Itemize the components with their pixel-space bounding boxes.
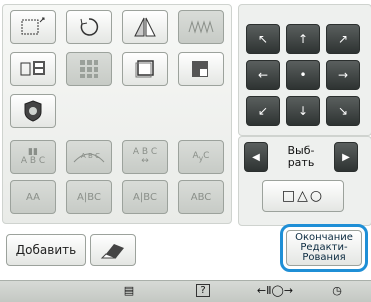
move-down-right-button[interactable]: ↘ bbox=[326, 96, 360, 126]
triangle-left-icon: ◀ bbox=[252, 151, 260, 163]
svg-text:A B C: A B C bbox=[81, 152, 100, 160]
text-style-label: A|BC bbox=[77, 191, 101, 203]
clock-icon: ◷ bbox=[332, 284, 342, 297]
density-button[interactable] bbox=[178, 10, 224, 44]
resize-button[interactable] bbox=[10, 10, 56, 44]
arc-text-icon: A B C bbox=[73, 152, 105, 163]
text-style-label: ABC bbox=[190, 191, 212, 203]
center-dot-icon: • bbox=[299, 68, 307, 82]
fill-icon bbox=[192, 61, 208, 77]
status-bar bbox=[0, 280, 371, 302]
select-label-line2: рать bbox=[287, 156, 315, 169]
arrow-up-right-icon: ↗ bbox=[337, 32, 349, 46]
eraser-icon bbox=[100, 244, 124, 259]
help-icon: ? bbox=[196, 284, 210, 297]
arrow-up-icon: ↑ bbox=[297, 32, 309, 46]
text-style-button-3[interactable]: A|BC bbox=[122, 180, 168, 214]
text-style-button-2[interactable]: A|BC bbox=[66, 180, 112, 214]
triangle-right-icon: ▶ bbox=[342, 151, 350, 163]
text-vertical-icon: ▮▮ A B C bbox=[20, 147, 46, 166]
page-button[interactable]: ▤ bbox=[118, 282, 140, 299]
select-label: Выб- рать bbox=[272, 140, 330, 174]
frame-button[interactable] bbox=[122, 52, 168, 86]
text-style-button-1[interactable]: AA bbox=[10, 180, 56, 214]
help-button[interactable]: ? bbox=[190, 282, 216, 299]
move-left-button[interactable]: ← bbox=[246, 60, 280, 90]
arc-text-button[interactable]: A B C bbox=[66, 140, 112, 174]
applique-icon bbox=[24, 100, 42, 122]
applique-button[interactable] bbox=[10, 94, 56, 128]
density-icon bbox=[188, 20, 214, 34]
center-button[interactable]: • bbox=[286, 60, 320, 90]
text-style-label: A|BC bbox=[133, 191, 157, 203]
text-style-label: AA bbox=[26, 191, 40, 203]
add-button-label: Добавить bbox=[15, 243, 77, 257]
shape-select-button[interactable]: □△○ bbox=[262, 180, 344, 212]
arrow-down-right-icon: ↘ bbox=[337, 104, 349, 118]
add-button[interactable]: Добавить bbox=[6, 234, 86, 266]
page-icon: ▤ bbox=[123, 284, 135, 297]
move-up-button[interactable]: ↑ bbox=[286, 24, 320, 54]
move-down-left-button[interactable]: ↙ bbox=[246, 96, 280, 126]
rotate-icon bbox=[80, 18, 99, 36]
array-icon bbox=[20, 61, 45, 76]
fill-button[interactable] bbox=[178, 52, 224, 86]
grid-button[interactable] bbox=[66, 52, 112, 86]
embroidery-edit-screen: ▮▮ A B C A B C A B C ↔ AyC AA A|BC A|BC AB… bbox=[0, 0, 371, 302]
text-spacing-icon: A B C ↔ bbox=[132, 147, 158, 166]
move-up-right-button[interactable]: ↗ bbox=[326, 24, 360, 54]
move-up-left-button[interactable]: ↖ bbox=[246, 24, 280, 54]
size-readout: ←Ⅱ◯→ bbox=[236, 282, 314, 299]
move-right-button[interactable]: → bbox=[326, 60, 360, 90]
arrow-down-left-icon: ↙ bbox=[257, 104, 269, 118]
move-down-button[interactable]: ↓ bbox=[286, 96, 320, 126]
frame-icon bbox=[135, 60, 154, 78]
arrow-up-left-icon: ↖ bbox=[257, 32, 269, 46]
size-readout-icon: ←Ⅱ◯→ bbox=[256, 284, 294, 297]
text-spacing-button[interactable]: A B C ↔ bbox=[122, 140, 168, 174]
select-next-button[interactable]: ▶ bbox=[334, 142, 358, 172]
mirror-icon bbox=[134, 17, 156, 37]
arrow-down-icon: ↓ bbox=[297, 104, 309, 118]
text-curve-icon: AyC bbox=[192, 150, 210, 163]
shapes-icon: □△○ bbox=[281, 188, 325, 204]
clock-button[interactable]: ◷ bbox=[326, 282, 348, 299]
text-style-button-4[interactable]: ABC bbox=[178, 180, 224, 214]
resize-icon bbox=[21, 17, 45, 35]
text-curve-button[interactable]: AyC bbox=[178, 140, 224, 174]
array-button[interactable] bbox=[10, 52, 56, 86]
finish-editing-highlight bbox=[280, 224, 368, 272]
arrow-left-icon: ← bbox=[257, 68, 269, 82]
text-vertical-button[interactable]: ▮▮ A B C bbox=[10, 140, 56, 174]
select-previous-button[interactable]: ◀ bbox=[244, 142, 268, 172]
erase-button[interactable] bbox=[90, 234, 136, 266]
arrow-right-icon: → bbox=[337, 68, 349, 82]
rotate-button[interactable] bbox=[66, 10, 112, 44]
grid-icon bbox=[80, 60, 98, 78]
mirror-button[interactable] bbox=[122, 10, 168, 44]
